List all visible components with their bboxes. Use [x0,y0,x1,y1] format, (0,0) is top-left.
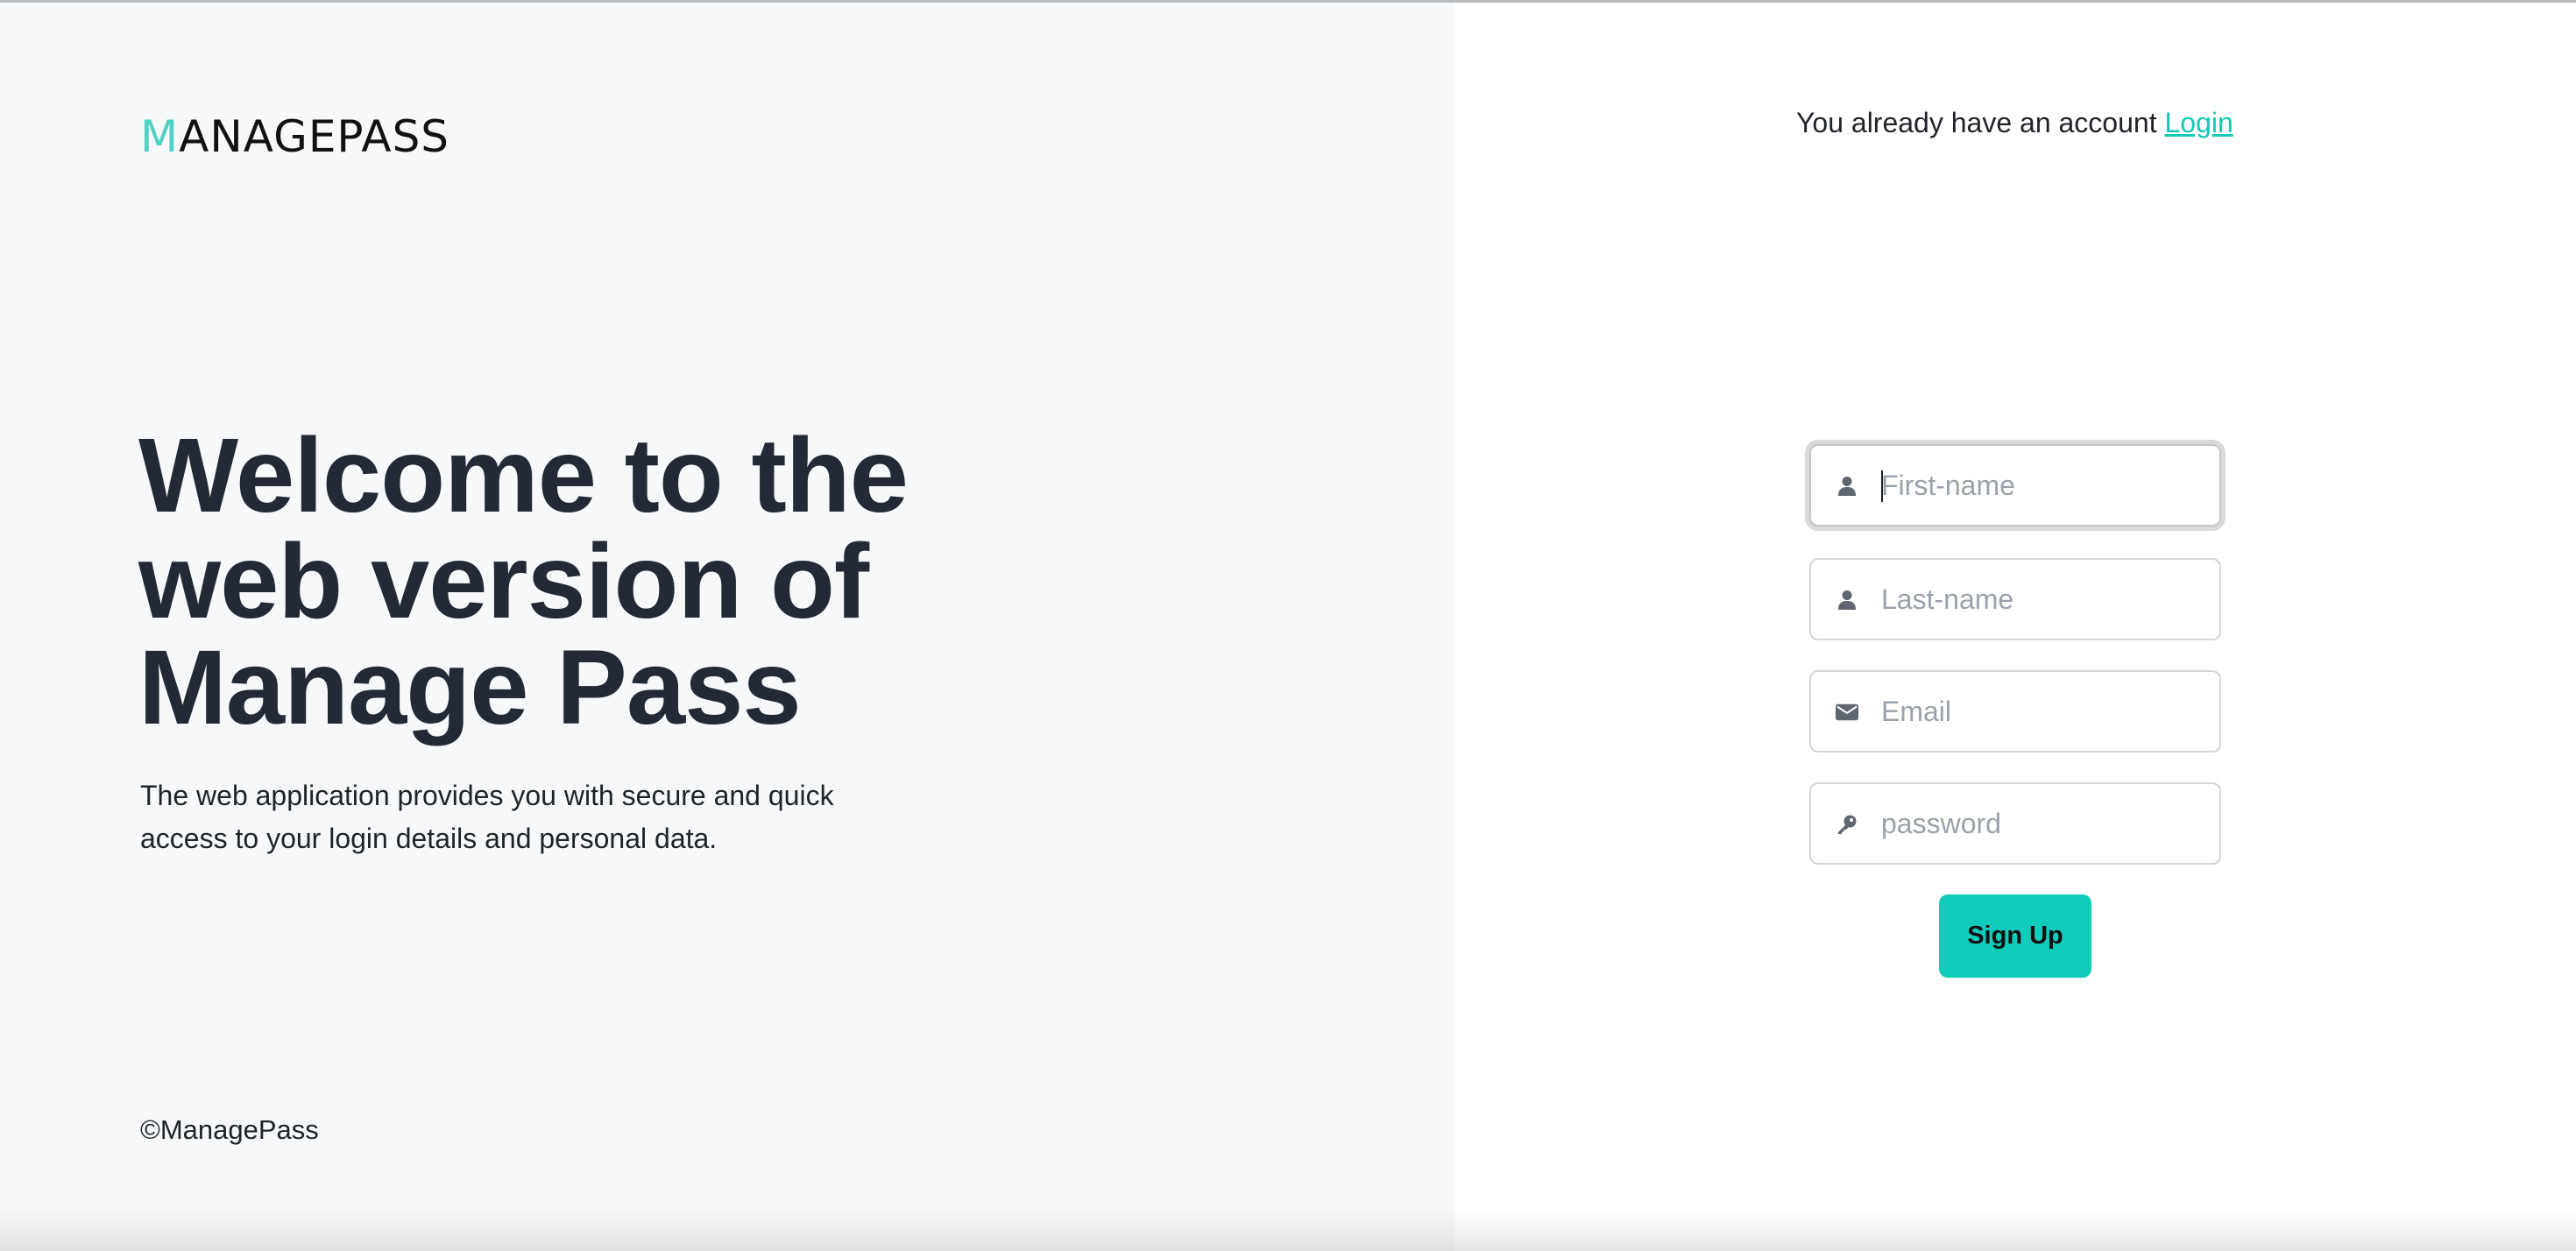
logo-text: ANAGEPASS [179,111,450,162]
copyright-text: ©ManagePass [140,1114,319,1145]
hero-description: The web application provides you with se… [140,780,834,854]
user-icon [1836,589,1858,611]
last-name-field[interactable] [1809,558,2221,640]
login-link[interactable]: Login [2164,107,2233,138]
managepass-logo: MANAGEPASS [140,112,449,161]
key-icon [1836,813,1858,836]
logo-initial: M [140,111,180,162]
hero-title: Welcome to the web version of Manage Pas… [138,422,980,740]
first-name-input[interactable] [1881,446,2205,525]
existing-account-prompt: You already have an account Login [1796,103,2233,142]
password-input[interactable] [1881,784,2205,863]
hero-title-line-2: web version of [138,521,869,640]
account-prompt-text: You already have an account [1796,107,2157,138]
hero-title-line-1: Welcome to the [138,415,909,534]
user-icon [1836,475,1858,498]
last-name-input[interactable] [1881,560,2205,639]
email-input[interactable] [1881,672,2205,751]
hero-title-line-3: Manage Pass [138,627,802,746]
sign-up-button[interactable]: Sign Up [1939,894,2091,978]
password-field[interactable] [1809,782,2221,865]
email-field[interactable] [1809,670,2221,753]
envelope-icon [1836,701,1858,724]
first-name-field[interactable] [1809,444,2221,527]
text-caret [1881,470,1883,502]
